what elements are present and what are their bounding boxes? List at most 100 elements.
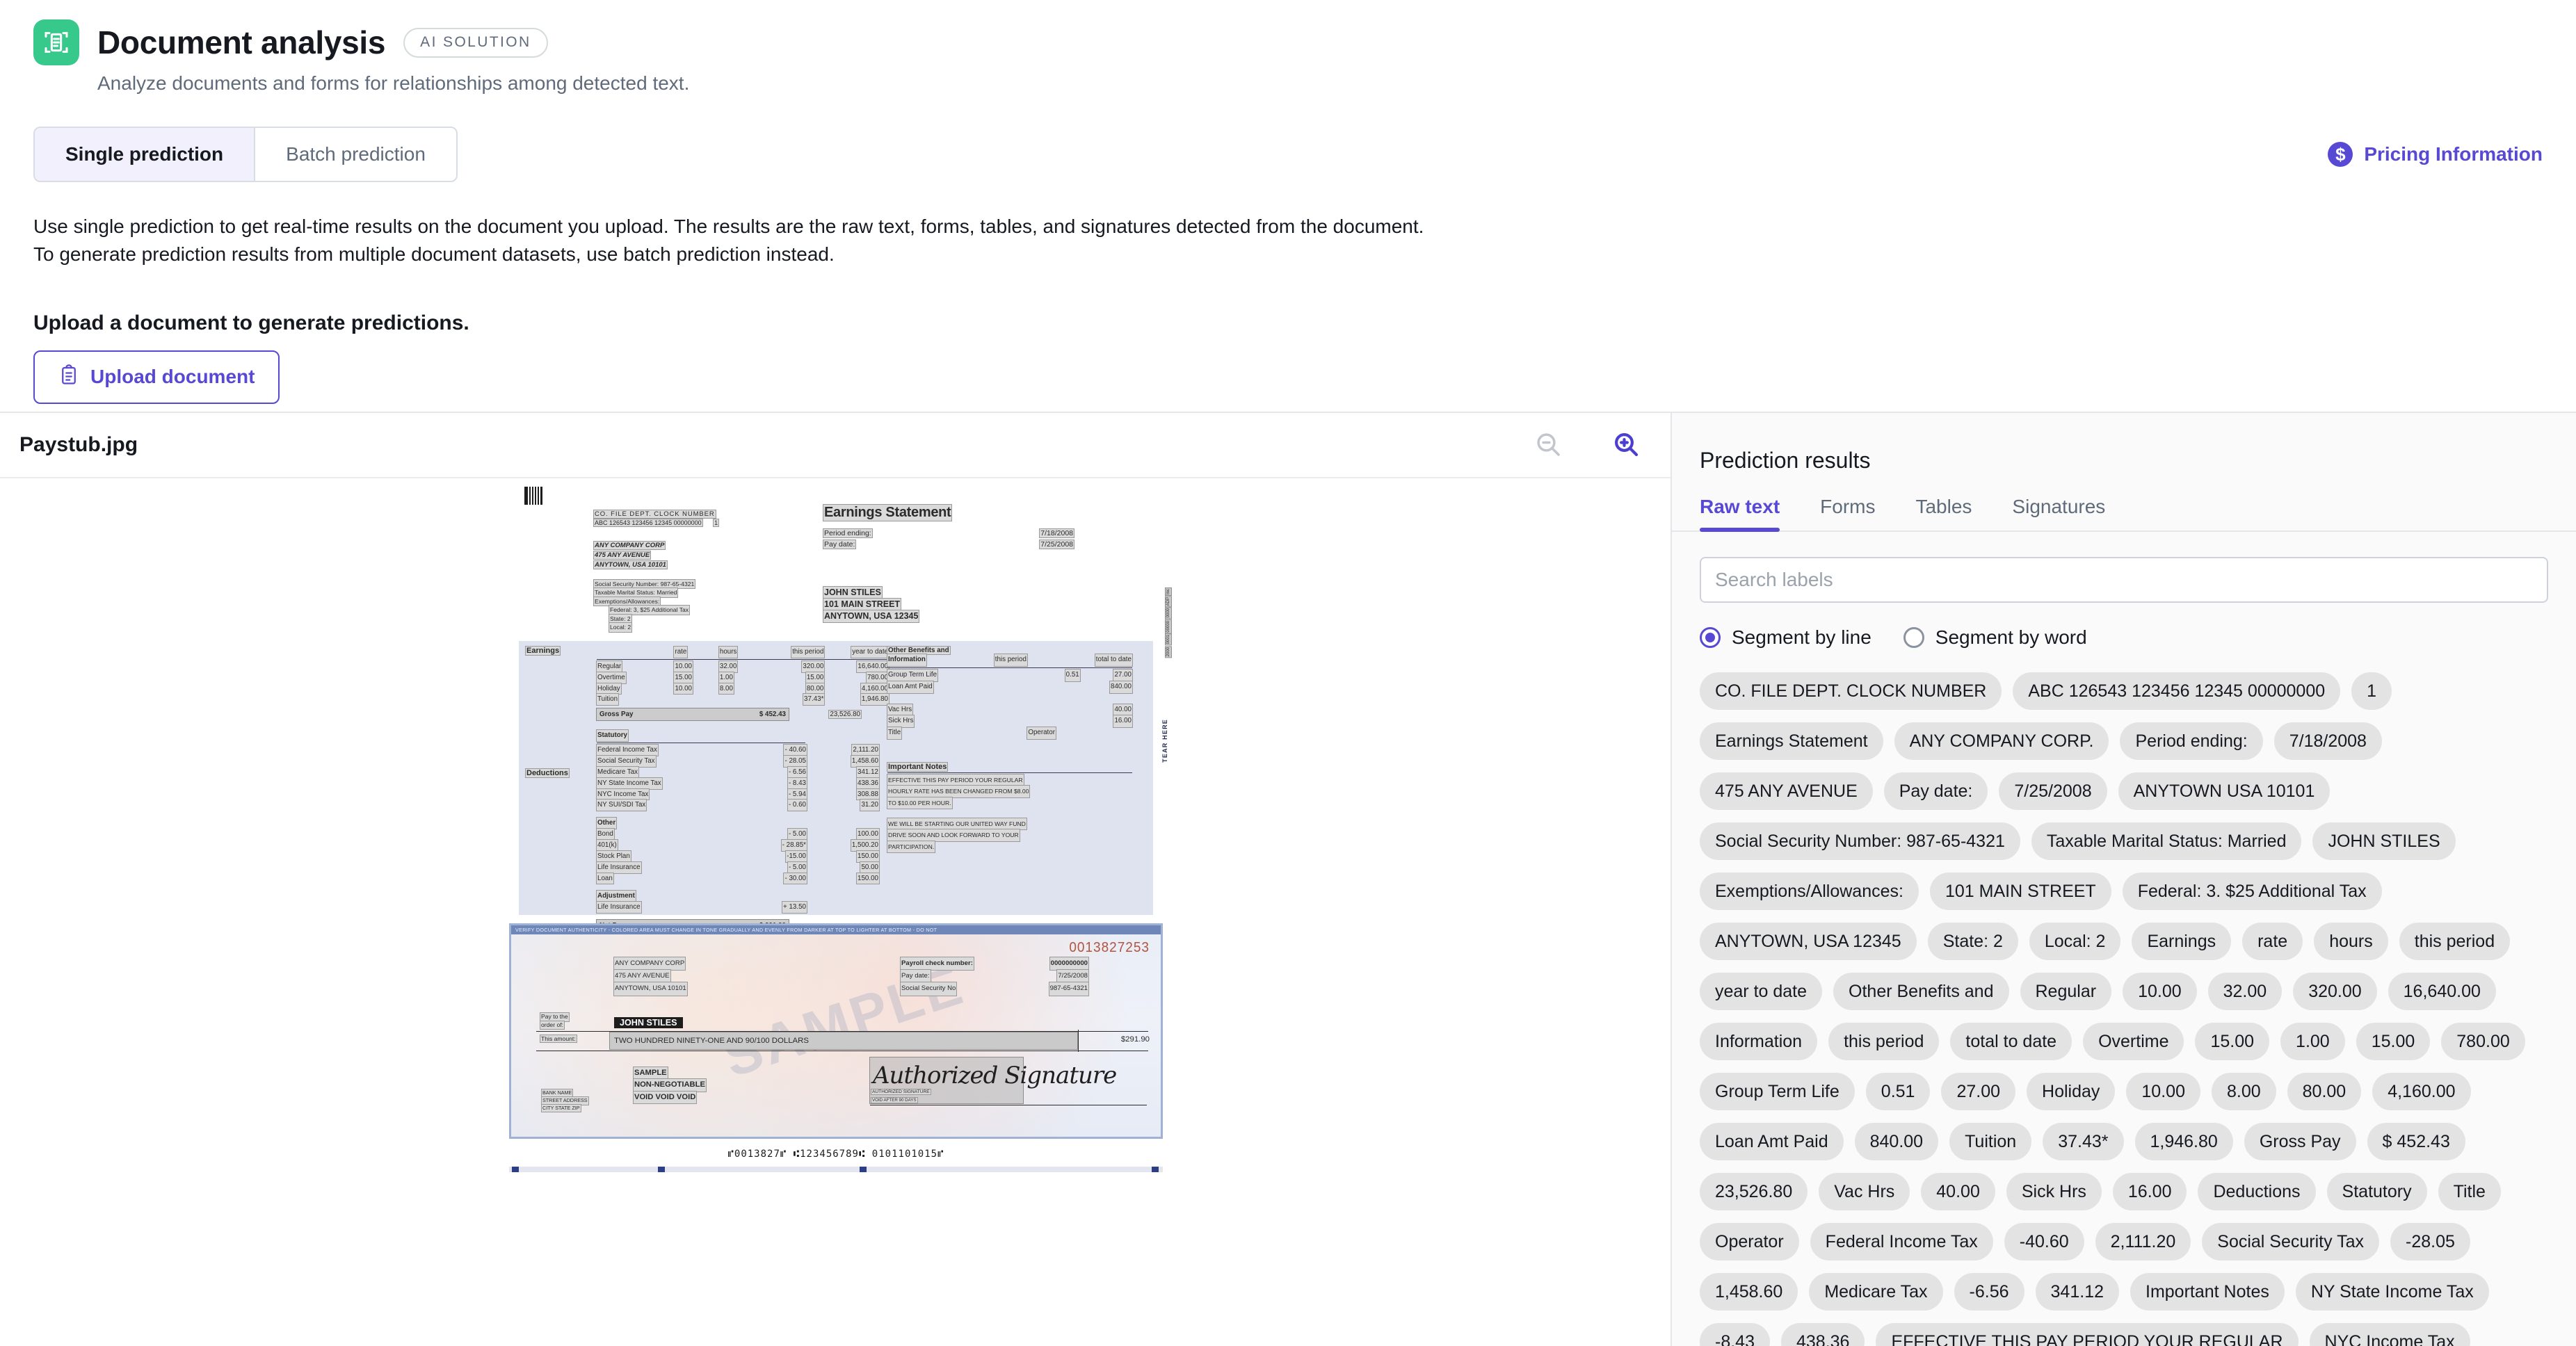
label-chip[interactable]: 16,640.00 <box>2388 973 2496 1010</box>
label-chip[interactable]: Tuition <box>1949 1123 2032 1160</box>
label-chip[interactable]: 8.00 <box>2211 1073 2276 1110</box>
label-chip[interactable]: Statutory <box>2326 1173 2427 1210</box>
label-chip[interactable]: 37.43* <box>2043 1123 2124 1160</box>
label-chip[interactable]: 320.00 <box>2293 973 2377 1010</box>
label-chip[interactable]: Social Security Tax <box>2202 1223 2380 1260</box>
label-chip[interactable]: Regular <box>2020 973 2112 1010</box>
label-chip[interactable]: 40.00 <box>1921 1173 1995 1210</box>
adjustment-label: Adjustment <box>596 890 636 903</box>
label-chip[interactable]: this period <box>1828 1023 1940 1060</box>
label-chip[interactable]: 0.51 <box>1865 1073 1931 1110</box>
label-chip[interactable]: 10.00 <box>2123 973 2197 1010</box>
label-chip[interactable]: Pay date: <box>1883 772 1988 810</box>
label-chip[interactable]: Medicare Tax <box>1809 1273 1943 1311</box>
label-chip[interactable]: State: 2 <box>1927 923 2018 960</box>
other-row-this: - 5.00 <box>787 828 808 841</box>
label-chip[interactable]: Operator <box>1700 1223 1799 1260</box>
label-chip[interactable]: 15.00 <box>2356 1023 2431 1060</box>
earnings-row-desc: Regular <box>595 660 623 673</box>
label-chip[interactable]: 10.00 <box>2126 1073 2200 1110</box>
label-chip[interactable]: 341.12 <box>2035 1273 2119 1311</box>
label-chip[interactable]: ABC 126543 123456 12345 00000000 <box>2013 672 2341 710</box>
label-chip[interactable]: Information <box>1700 1023 1818 1060</box>
label-chip[interactable]: Overtime <box>2083 1023 2184 1060</box>
label-chip[interactable]: Local: 2 <box>2029 923 2121 960</box>
label-chip[interactable]: Other Benefits and <box>1833 973 2009 1010</box>
document-viewport[interactable]: CO. FILE DEPT. CLOCK NUMBER ABC 126543 1… <box>0 478 1671 1346</box>
label-chip[interactable]: -28.05 <box>2390 1223 2470 1260</box>
label-chip[interactable]: 23,526.80 <box>1700 1173 1808 1210</box>
label-chip[interactable]: Gross Pay <box>2244 1123 2356 1160</box>
label-chip[interactable]: 4,160.00 <box>2372 1073 2471 1110</box>
label-chip[interactable]: ANYTOWN USA 10101 <box>2118 772 2331 810</box>
label-chip[interactable]: Deductions <box>2198 1173 2316 1210</box>
tab-raw-text[interactable]: Raw text <box>1700 496 1780 532</box>
label-chip[interactable]: $ 452.43 <box>2367 1123 2465 1160</box>
label-chip[interactable]: rate <box>2242 923 2303 960</box>
label-chip[interactable]: Federal Income Tax <box>1810 1223 1993 1260</box>
label-chip[interactable]: Important Notes <box>2130 1273 2285 1311</box>
label-chip[interactable]: 475 ANY AVENUE <box>1700 772 1873 810</box>
label-chip[interactable]: 7/25/2008 <box>1999 772 2107 810</box>
label-chip[interactable]: Period ending: <box>2120 722 2263 760</box>
label-chip[interactable]: 2,111.20 <box>2095 1223 2191 1260</box>
earnings-row-this: 80.00 <box>805 682 826 695</box>
label-chip[interactable]: Federal: 3. $25 Additional Tax <box>2122 873 2382 910</box>
label-chip[interactable]: JOHN STILES <box>2312 822 2456 860</box>
tab-signatures[interactable]: Signatures <box>2012 496 2105 530</box>
label-chip[interactable]: Title <box>2438 1173 2501 1210</box>
pricing-information-link[interactable]: $ Pricing Information <box>2328 142 2543 167</box>
label-chip[interactable]: -40.60 <box>2004 1223 2084 1260</box>
earnings-row-desc: Tuition <box>595 693 620 706</box>
label-chip[interactable]: NYC Income Tax <box>2309 1323 2470 1346</box>
label-chip[interactable]: 80.00 <box>2287 1073 2362 1110</box>
zoom-out-icon[interactable] <box>1534 430 1563 460</box>
label-chip[interactable]: ANYTOWN, USA 12345 <box>1700 923 1917 960</box>
gross-pay-this-period: $ 452.43 <box>759 711 786 719</box>
label-chip[interactable]: 1,946.80 <box>2134 1123 2233 1160</box>
label-chip[interactable]: -8.43 <box>1700 1323 1770 1346</box>
other-row-ytd: 50.00 <box>860 861 880 874</box>
label-chip[interactable]: -6.56 <box>1954 1273 2024 1311</box>
label-chip[interactable]: 840.00 <box>1854 1123 1939 1160</box>
label-chip[interactable]: Vac Hrs <box>1819 1173 1910 1210</box>
label-chip[interactable]: 15.00 <box>2195 1023 2270 1060</box>
label-chip[interactable]: Group Term Life <box>1700 1073 1855 1110</box>
label-chip[interactable]: 780.00 <box>2441 1023 2525 1060</box>
label-chip[interactable]: total to date <box>1950 1023 2072 1060</box>
benefits-header-total-to-date: total to date <box>1094 654 1133 667</box>
label-chip[interactable]: Exemptions/Allowances: <box>1700 873 1919 910</box>
upload-document-button[interactable]: Upload document <box>33 350 280 404</box>
zoom-in-icon[interactable] <box>1612 430 1641 460</box>
radio-segment-by-word[interactable]: Segment by word <box>1903 626 2087 649</box>
label-chip[interactable]: 27.00 <box>1941 1073 2016 1110</box>
label-chip[interactable]: ANY COMPANY CORP. <box>1894 722 2109 760</box>
radio-segment-by-line[interactable]: Segment by line <box>1700 626 1871 649</box>
label-chip[interactable]: 438.36 <box>1780 1323 1865 1346</box>
label-chip[interactable]: Earnings Statement <box>1700 722 1883 760</box>
label-chip[interactable]: 1,458.60 <box>1700 1273 1798 1311</box>
label-chip[interactable]: Earnings <box>2132 923 2232 960</box>
label-chip[interactable]: Loan Amt Paid <box>1700 1123 1844 1160</box>
search-labels-input[interactable] <box>1700 557 2548 603</box>
tab-batch-prediction[interactable]: Batch prediction <box>254 128 456 181</box>
label-chip[interactable]: hours <box>2314 923 2388 960</box>
label-chip[interactable]: year to date <box>1700 973 1823 1010</box>
label-chip[interactable]: Taxable Marital Status: Married <box>2031 822 2302 860</box>
tab-forms[interactable]: Forms <box>1820 496 1875 530</box>
tab-tables[interactable]: Tables <box>1915 496 1972 530</box>
label-chip[interactable]: 16.00 <box>2112 1173 2187 1210</box>
label-chip[interactable]: 1 <box>2351 672 2392 710</box>
label-chip[interactable]: CO. FILE DEPT. CLOCK NUMBER <box>1700 672 2002 710</box>
label-chip[interactable]: 101 MAIN STREET <box>1929 873 2111 910</box>
label-chip[interactable]: Social Security Number: 987-65-4321 <box>1700 822 2020 860</box>
label-chip[interactable]: 32.00 <box>2207 973 2283 1010</box>
label-chip[interactable]: NY State Income Tax <box>2295 1273 2489 1311</box>
tab-single-prediction[interactable]: Single prediction <box>35 128 255 181</box>
label-chip[interactable]: 7/18/2008 <box>2273 722 2382 760</box>
label-chip[interactable]: Holiday <box>2027 1073 2116 1110</box>
label-chip[interactable]: Sick Hrs <box>2006 1173 2102 1210</box>
label-chip[interactable]: 1.00 <box>2280 1023 2345 1060</box>
label-chip[interactable]: this period <box>2399 923 2511 960</box>
label-chip[interactable]: EFFECTIVE THIS PAY PERIOD YOUR REGULAR <box>1876 1323 2299 1346</box>
